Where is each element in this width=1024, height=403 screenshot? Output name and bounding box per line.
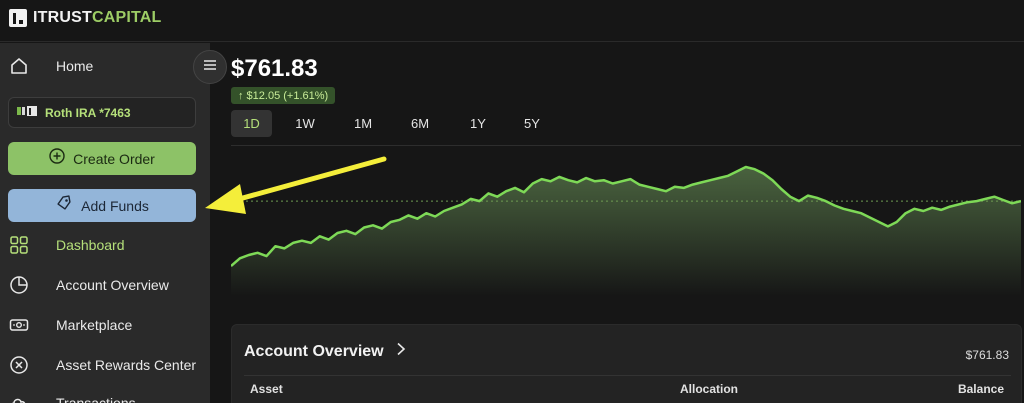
coin-icon <box>9 355 29 375</box>
plus-circle-icon <box>49 148 65 169</box>
column-header-balance: Balance <box>957 382 1004 396</box>
create-order-button[interactable]: Create Order <box>8 142 196 175</box>
chevron-right-icon[interactable] <box>394 342 408 356</box>
logo-mark-icon <box>9 9 27 27</box>
sidebar-item-label: Account Overview <box>56 277 169 293</box>
sidebar-item-transactions[interactable]: Transactions <box>0 385 210 403</box>
tab-range-1w[interactable]: 1W <box>288 110 322 137</box>
account-overview-card: Account Overview $761.83 Asset Allocatio… <box>231 324 1022 403</box>
cash-icon <box>9 315 29 335</box>
tab-range-1d[interactable]: 1D <box>231 110 272 137</box>
card-title: Account Overview <box>244 343 384 360</box>
tab-range-1y[interactable]: 1Y <box>461 110 495 137</box>
sidebar-item-label: Dashboard <box>56 237 125 253</box>
top-bar: ITRUSTCAPITAL <box>0 0 1024 42</box>
brand-name-part2: CAPITAL <box>91 9 162 26</box>
tag-icon <box>55 194 73 217</box>
account-selector[interactable]: Roth IRA *7463 <box>8 97 196 128</box>
sidebar-item-label: Home <box>56 58 94 74</box>
sidebar-item-account-overview[interactable]: Account Overview <box>0 267 210 303</box>
add-funds-label: Add Funds <box>81 197 149 214</box>
sidebar-item-dashboard[interactable]: Dashboard <box>0 227 210 263</box>
cloud-icon <box>9 393 29 403</box>
pie-chart-icon <box>9 275 29 295</box>
change-badge: ↑ $12.05 (+1.61%) <box>231 87 336 104</box>
tab-range-1m[interactable]: 1M <box>346 110 380 137</box>
sidebar-item-label: Asset Rewards Center <box>56 357 197 373</box>
add-funds-button[interactable]: Add Funds <box>8 189 196 222</box>
brand-name-part1: ITRUST <box>33 9 92 26</box>
card-total-balance: $761.83 <box>965 348 1009 362</box>
app-window: ITRUSTCAPITAL Home Roth IRA *7463 Create… <box>0 0 1024 403</box>
brand-logo[interactable]: ITRUSTCAPITAL <box>9 9 162 27</box>
card-divider <box>244 375 1011 376</box>
tab-range-6m[interactable]: 6M <box>403 110 437 137</box>
sidebar-item-label: Marketplace <box>56 317 133 333</box>
sidebar-item-label: Transactions <box>56 395 136 403</box>
create-order-label: Create Order <box>73 150 155 167</box>
column-header-allocation: Allocation <box>680 382 739 396</box>
main-content: $761.83 ↑ $12.05 (+1.61%) 1D 1W 1M 6M 1Y… <box>211 43 1024 403</box>
sidebar-item-home[interactable]: Home <box>0 48 210 84</box>
sidebar-item-asset-rewards-center[interactable]: Asset Rewards Center <box>0 347 210 383</box>
portfolio-value: $761.83 <box>231 55 318 82</box>
grid-icon <box>9 235 29 255</box>
sidebar-item-marketplace[interactable]: Marketplace <box>0 307 210 343</box>
range-tabs: 1D 1W 1M 6M 1Y 5Y <box>231 110 549 137</box>
brand-name: ITRUSTCAPITAL <box>33 9 162 27</box>
column-header-asset: Asset <box>250 382 283 396</box>
account-label: Roth IRA *7463 <box>45 105 131 120</box>
portfolio-chart <box>231 165 1021 296</box>
tab-range-5y[interactable]: 5Y <box>515 110 549 137</box>
home-icon <box>9 56 29 76</box>
sidebar: Home Roth IRA *7463 Create Order Add Fun… <box>0 43 210 403</box>
account-logo-icon <box>17 104 39 122</box>
